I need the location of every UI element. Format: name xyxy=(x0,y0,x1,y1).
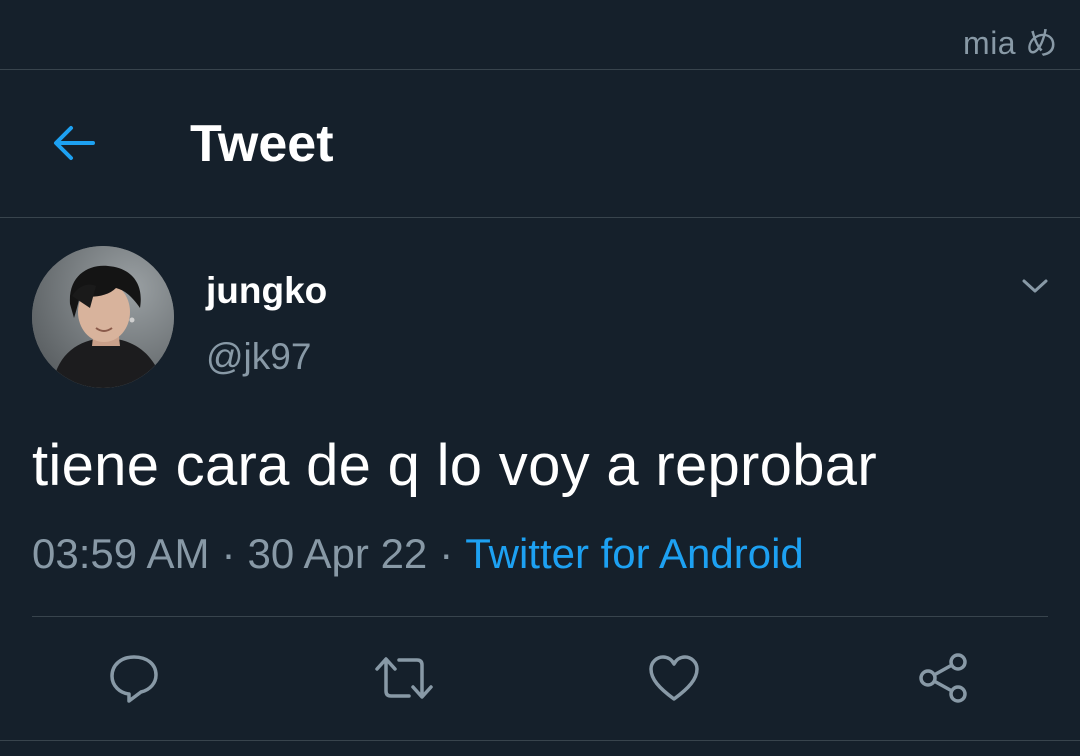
status-bar-text: mia め xyxy=(963,25,1058,61)
retweet-icon xyxy=(375,657,433,699)
avatar[interactable] xyxy=(32,246,174,388)
like-button[interactable] xyxy=(642,646,706,710)
meta-separator: · xyxy=(439,530,454,577)
tweet-options-button[interactable] xyxy=(1014,268,1056,304)
divider xyxy=(32,616,1048,617)
tweet-text: tiene cara de q lo voy a reprobar xyxy=(32,433,877,498)
author-handle[interactable]: @jk97 xyxy=(206,336,311,378)
retweet-button[interactable] xyxy=(372,646,436,710)
avatar-photo xyxy=(32,246,174,388)
tweet-detail-screen: mia め Tweet jungko @jk97 tiene cara de q… xyxy=(0,0,1080,756)
reply-button[interactable] xyxy=(102,646,166,710)
page-title: Tweet xyxy=(190,115,334,173)
meta-separator: · xyxy=(221,530,236,577)
tweet-time: 03:59 AM xyxy=(32,530,210,577)
status-bar: mia め xyxy=(0,0,1080,70)
tweet-source-link[interactable]: Twitter for Android xyxy=(465,530,803,577)
reply-icon xyxy=(110,655,158,703)
divider xyxy=(0,740,1080,741)
back-button[interactable] xyxy=(44,116,104,170)
share-icon xyxy=(919,653,967,703)
tweet-metadata: 03:59 AM · 30 Apr 22 · Twitter for Android xyxy=(32,530,804,578)
author-display-name[interactable]: jungko xyxy=(206,270,327,312)
arrow-left-icon xyxy=(54,126,95,160)
tweet-date: 30 Apr 22 xyxy=(247,530,428,577)
chevron-down-icon xyxy=(1022,279,1048,293)
share-button[interactable] xyxy=(912,646,976,710)
heart-icon xyxy=(649,655,699,701)
app-header: Tweet xyxy=(0,70,1080,218)
